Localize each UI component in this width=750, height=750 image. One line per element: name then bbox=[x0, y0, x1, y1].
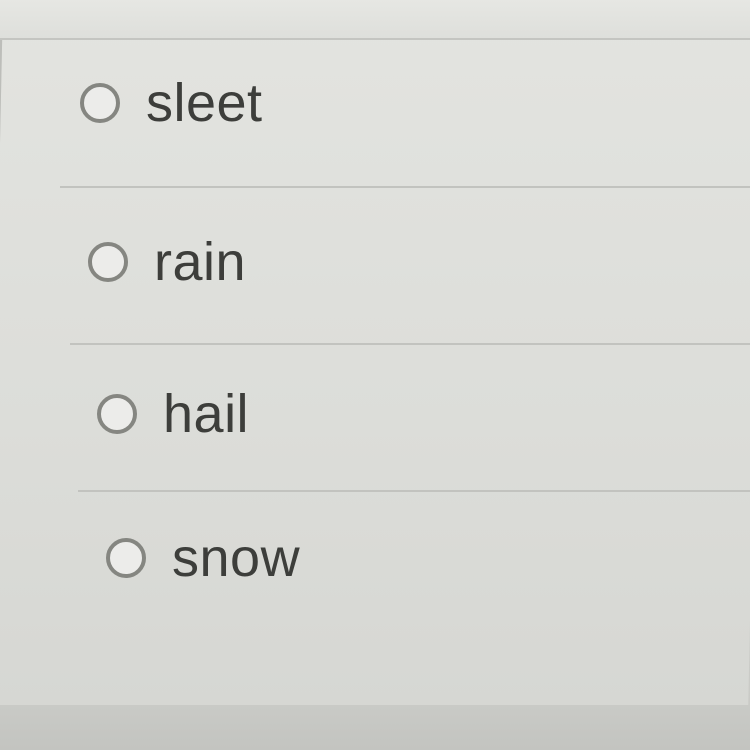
option-divider bbox=[60, 186, 750, 188]
radio-button-icon[interactable] bbox=[97, 394, 137, 434]
answer-option-sleet[interactable]: sleet bbox=[80, 63, 263, 143]
radio-button-icon[interactable] bbox=[106, 538, 146, 578]
radio-button-icon[interactable] bbox=[88, 242, 128, 282]
answer-option-rain[interactable]: rain bbox=[88, 222, 246, 302]
option-divider bbox=[78, 490, 750, 492]
panel-bottom-edge bbox=[0, 705, 750, 750]
previous-row-edge bbox=[0, 0, 750, 40]
radio-button-icon[interactable] bbox=[80, 83, 120, 123]
answer-option-label: sleet bbox=[146, 73, 263, 133]
answer-option-label: rain bbox=[154, 232, 247, 292]
screen: sleet rain hail snow bbox=[0, 0, 750, 750]
answer-option-snow[interactable]: snow bbox=[106, 518, 300, 598]
answer-option-label: snow bbox=[172, 528, 301, 588]
answer-option-label: hail bbox=[163, 384, 250, 444]
answer-option-hail[interactable]: hail bbox=[97, 374, 249, 454]
option-divider bbox=[70, 343, 750, 345]
